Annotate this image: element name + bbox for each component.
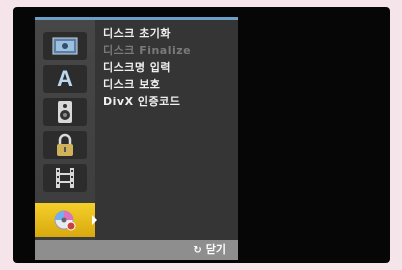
menu-item-disc-protect[interactable]: 디스크 보호	[103, 76, 191, 93]
disc-settings-icon	[54, 210, 76, 231]
lock-icon	[57, 133, 73, 156]
menu-tab-disc-settings-selected[interactable]	[35, 203, 97, 237]
menu-tab-audio[interactable]	[43, 98, 87, 126]
menu-item-initialize[interactable]: 디스크 초기화	[103, 25, 191, 42]
close-button[interactable]: ↻ 닫기	[193, 240, 226, 260]
menu-item-finalize: 디스크 Finalize	[103, 44, 192, 57]
menu-item-divx-code[interactable]: DivX 인증코드	[103, 93, 191, 110]
disc-icon	[52, 37, 78, 55]
tv-screen: A 디스크 초기화 디스크 Finalize 디스크명 입력 디스크 보호 Di…	[13, 7, 390, 263]
menu-tab-disc[interactable]	[43, 32, 87, 60]
menu-tab-lock[interactable]	[43, 131, 87, 159]
speaker-icon	[58, 101, 72, 123]
close-label: 닫기	[205, 243, 226, 256]
selection-arrow-icon	[92, 215, 97, 225]
menu-item-disc-name[interactable]: 디스크명 입력	[103, 59, 191, 76]
menu-tab-video[interactable]	[43, 164, 87, 192]
letter-a-icon: A	[57, 66, 73, 91]
menu-icon-column: A	[35, 20, 97, 248]
menu-tab-language[interactable]: A	[43, 65, 87, 93]
menu-footer-bar: ↻ 닫기	[35, 240, 238, 260]
return-icon: ↻	[193, 245, 202, 256]
setup-menu: A 디스크 초기화 디스크 Finalize 디스크명 입력 디스크 보호 Di…	[35, 17, 238, 248]
menu-item-list: 디스크 초기화 디스크 Finalize 디스크명 입력 디스크 보호 DivX…	[103, 25, 191, 110]
film-icon	[56, 168, 74, 188]
